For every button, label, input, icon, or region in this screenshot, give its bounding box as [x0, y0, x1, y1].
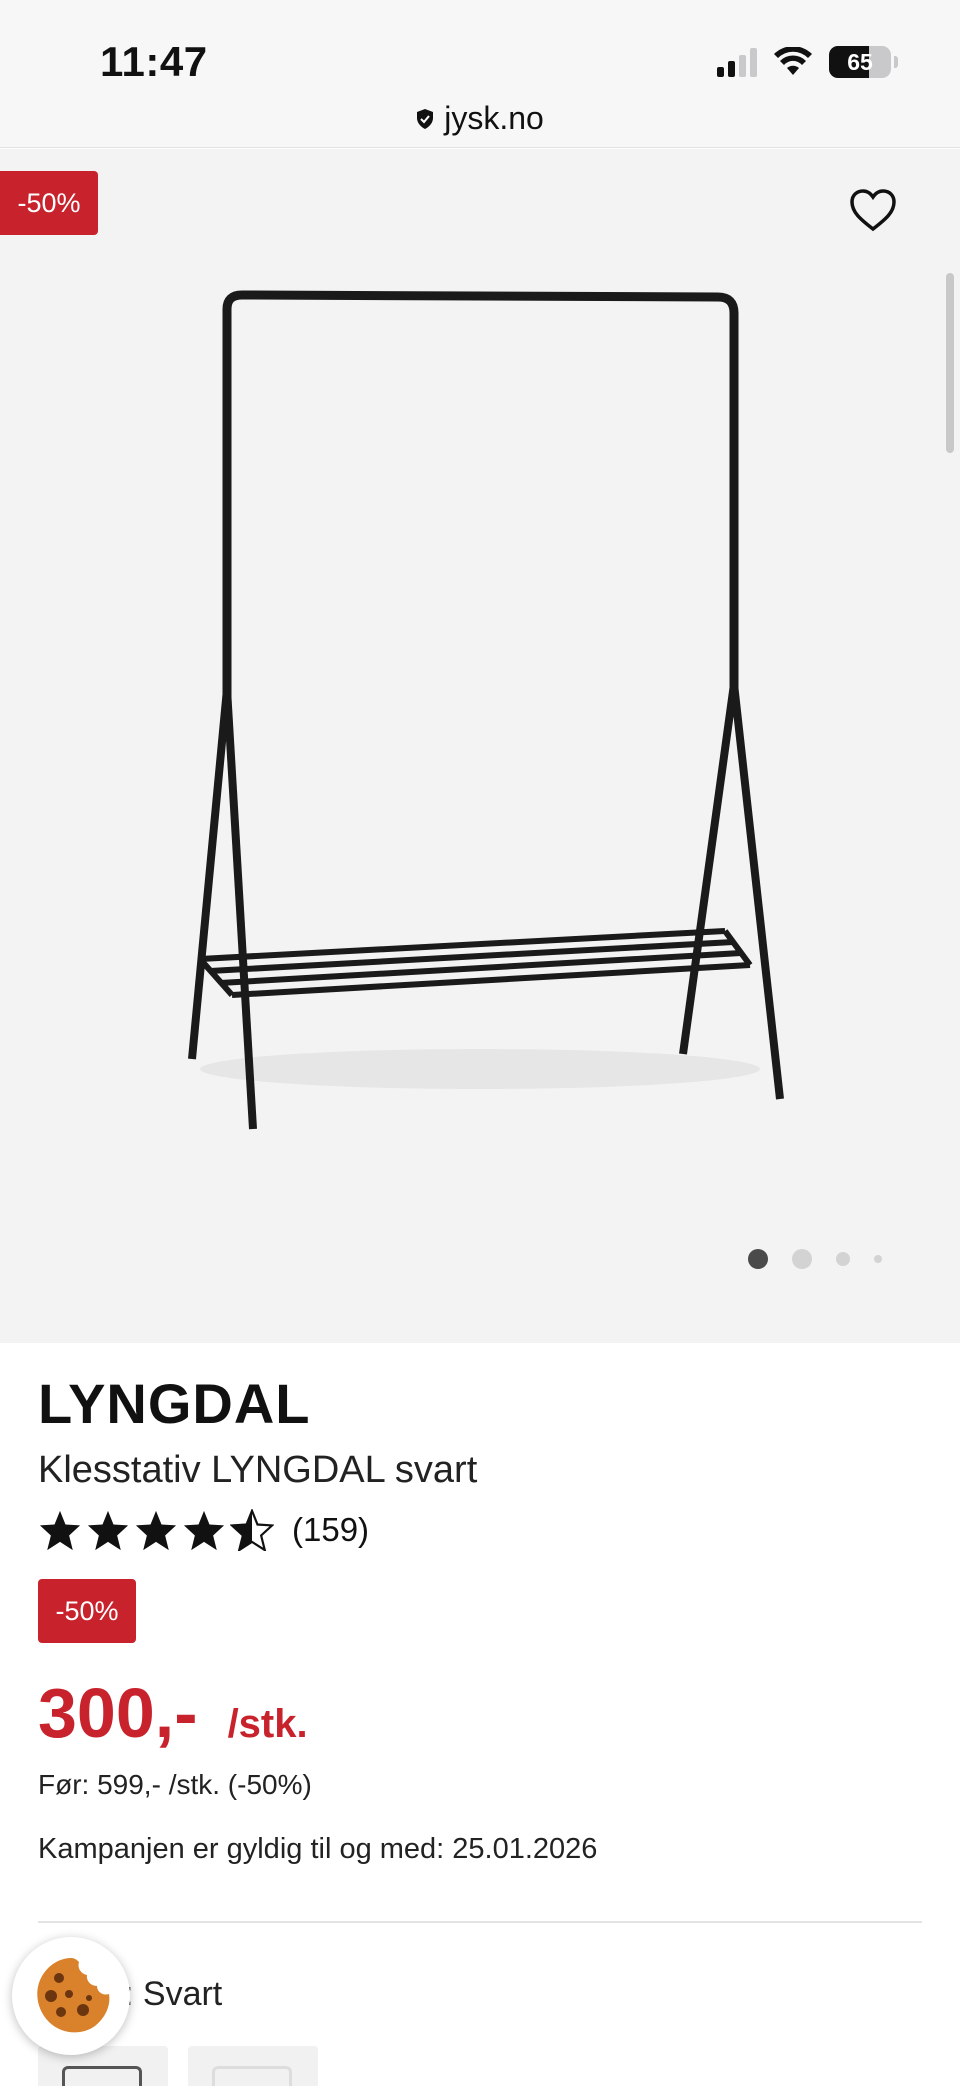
star-icon: [39, 1510, 81, 1551]
price-before: Før: 599,- /stk. (-50%): [38, 1769, 312, 1800]
color-swatch-white[interactable]: [188, 2046, 318, 2086]
pagination-dot[interactable]: [748, 1249, 768, 1269]
pagination-dot[interactable]: [836, 1252, 850, 1266]
battery-icon: 65: [829, 46, 891, 78]
product-brand: LYNGDAL: [38, 1372, 311, 1435]
cookie-settings-button[interactable]: [12, 1937, 130, 2055]
url-domain: jysk.no: [444, 100, 544, 136]
wifi-icon: [774, 47, 812, 75]
star-icon: [87, 1510, 129, 1551]
product-price: 300,- /stk.: [38, 1673, 308, 1753]
cookie-icon: [37, 1958, 110, 2033]
divider: [38, 1921, 922, 1923]
status-icons: 65: [717, 44, 898, 80]
battery-level: 65: [847, 48, 873, 75]
heart-outline-icon[interactable]: [848, 187, 898, 233]
star-icon: [183, 1510, 225, 1551]
rating-count: (159): [292, 1511, 370, 1548]
color-value: : Svart: [124, 1975, 223, 2013]
half-star-icon: [230, 1509, 274, 1551]
discount-badge: -50%: [0, 171, 98, 235]
shield-icon: [417, 108, 434, 129]
price-unit: /stk.: [227, 1702, 308, 1746]
discount-badge: -50%: [38, 1579, 136, 1643]
pagination-dot[interactable]: [874, 1255, 882, 1263]
star-icon: [135, 1510, 177, 1551]
product-rating[interactable]: (159): [38, 1509, 369, 1551]
product-gallery[interactable]: -50%: [0, 149, 960, 1343]
status-time: 11:47: [100, 38, 208, 85]
gallery-pagination[interactable]: [748, 1249, 882, 1269]
price-value: 300,-: [38, 1674, 198, 1752]
clothes-rack-image: [188, 290, 784, 1130]
campaign-validity: Kampanjen er gyldig til og med: 25.01.20…: [38, 1833, 598, 1865]
scrollbar[interactable]: [946, 273, 954, 453]
battery-tip: [894, 56, 898, 68]
cellular-signal-icon: [717, 47, 757, 77]
pagination-dot[interactable]: [792, 1249, 812, 1269]
browser-header: 11:47 65 jysk.no: [0, 0, 960, 148]
url-bar[interactable]: jysk.no: [0, 100, 960, 137]
product-name: Klesstativ LYNGDAL svart: [38, 1449, 478, 1491]
